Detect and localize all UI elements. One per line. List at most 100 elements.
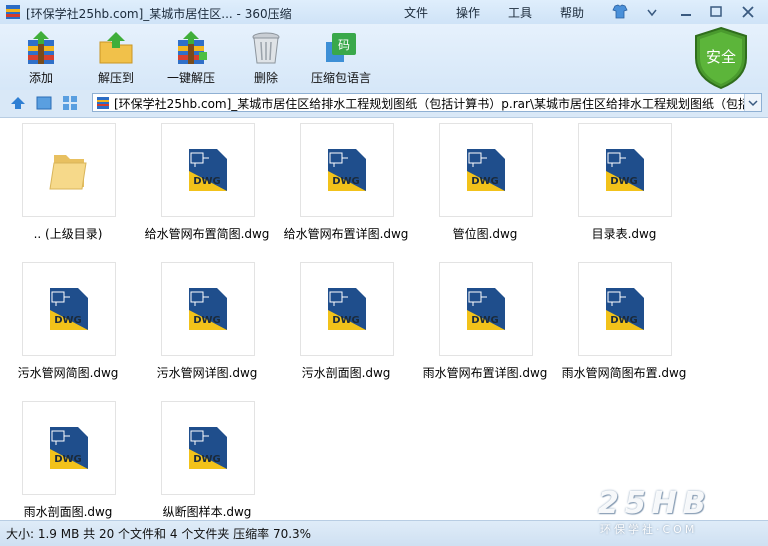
dwg-badge: DWG — [471, 315, 499, 326]
menu-tools[interactable]: 工具 — [508, 4, 532, 21]
file-name: 污水剖面图.dwg — [301, 366, 391, 380]
list-item[interactable]: DWG 管位图.dwg — [417, 123, 553, 247]
list-item[interactable]: DWG 给水管网布置简图.dwg — [139, 123, 275, 247]
security-shield-icon[interactable]: 安全 — [692, 26, 750, 90]
dwg-badge: DWG — [193, 315, 221, 326]
dwg-file-icon: DWG — [50, 427, 88, 469]
file-name: 污水管网详图.dwg — [156, 366, 258, 380]
address-path: [环保学社25hb.com]_某城市居住区给排水工程规划图纸（包括计算书）p.r… — [114, 97, 750, 111]
toolbar: 添加 解压到 一键解压 删除 码 压缩包语言 安全 — [0, 24, 768, 90]
maximize-icon[interactable] — [706, 3, 726, 21]
svg-text:码: 码 — [338, 38, 350, 52]
dwg-badge: DWG — [610, 176, 638, 187]
menu-dropdown-icon[interactable] — [642, 3, 662, 21]
grid-view-icon[interactable] — [62, 95, 78, 111]
skin-shirt-icon[interactable] — [610, 3, 630, 21]
address-dropdown-icon[interactable] — [744, 94, 761, 111]
trash-icon — [252, 32, 280, 64]
dwg-file-icon: DWG — [606, 288, 644, 330]
minimize-icon[interactable] — [676, 3, 696, 21]
file-name: 雨水管网布置详图.dwg — [422, 366, 548, 380]
archive-language-button[interactable]: 码 压缩包语言 — [306, 30, 376, 88]
list-item[interactable]: DWG 污水剖面图.dwg — [278, 262, 414, 386]
thumbnail: DWG — [439, 262, 533, 356]
dwg-file-icon: DWG — [467, 288, 505, 330]
dwg-badge: DWG — [610, 315, 638, 326]
menu-operation[interactable]: 操作 — [456, 4, 480, 21]
thumbnail: DWG — [161, 401, 255, 495]
menu-help[interactable]: 帮助 — [560, 4, 584, 21]
list-item[interactable]: DWG 雨水管网简图布置.dwg — [556, 262, 692, 386]
archive-language-label: 压缩包语言 — [310, 71, 371, 85]
up-arrow-icon[interactable] — [10, 95, 26, 111]
thumbnail: DWG — [578, 123, 672, 217]
list-item[interactable]: DWG 给水管网布置详图.dwg — [278, 123, 414, 247]
dwg-file-icon: DWG — [606, 149, 644, 191]
thumbnail: DWG — [439, 123, 533, 217]
extract-to-button[interactable]: 解压到 — [81, 30, 151, 88]
dwg-file-icon: DWG — [189, 149, 227, 191]
watermark-small-text: 环保学社·COM — [600, 523, 698, 536]
file-name: 污水管网简图.dwg — [17, 366, 119, 380]
file-name: 管位图.dwg — [452, 227, 518, 241]
dwg-badge: DWG — [332, 315, 360, 326]
dwg-file-icon: DWG — [467, 149, 505, 191]
extract-to-icon — [99, 32, 133, 64]
file-list: .. (上级目录) DWG 给水管网布置简图.dwg DWG 给水管网布置详图.… — [0, 118, 768, 520]
dwg-file-icon: DWG — [328, 149, 366, 191]
thumbnail: DWG — [161, 123, 255, 217]
file-name: 目录表.dwg — [591, 227, 657, 241]
one-click-extract-button[interactable]: 一键解压 — [156, 30, 226, 88]
list-item[interactable]: DWG 雨水剖面图.dwg — [0, 401, 136, 525]
dwg-badge: DWG — [332, 176, 360, 187]
thumbnail: DWG — [22, 262, 116, 356]
list-item[interactable]: DWG 雨水管网布置详图.dwg — [417, 262, 553, 386]
file-name: .. (上级目录) — [33, 227, 103, 241]
dwg-file-icon: DWG — [189, 288, 227, 330]
file-name: 纵断图样本.dwg — [162, 505, 252, 519]
window-title: [环保学社25hb.com]_某城市居住区... - 360压缩 — [26, 7, 292, 21]
list-item[interactable]: .. (上级目录) — [0, 123, 136, 247]
address-bar: [环保学社25hb.com]_某城市居住区给排水工程规划图纸（包括计算书）p.r… — [0, 90, 768, 118]
dwg-badge: DWG — [54, 454, 82, 465]
folder-icon — [49, 155, 87, 190]
thumbnail — [22, 123, 116, 217]
dwg-file-icon: DWG — [189, 427, 227, 469]
archive-language-icon: 码 — [326, 33, 356, 62]
thumbnail: DWG — [300, 123, 394, 217]
file-name: 雨水剖面图.dwg — [23, 505, 113, 519]
dwg-file-icon: DWG — [50, 288, 88, 330]
archive-icon — [97, 97, 109, 109]
dwg-badge: DWG — [54, 315, 82, 326]
list-item[interactable]: DWG 污水管网简图.dwg — [0, 262, 136, 386]
one-click-extract-label: 一键解压 — [166, 71, 215, 85]
close-icon[interactable] — [738, 3, 758, 21]
list-item[interactable]: DWG 目录表.dwg — [556, 123, 692, 247]
delete-button[interactable]: 删除 — [231, 30, 301, 88]
dwg-file-icon: DWG — [328, 288, 366, 330]
thumbnail: DWG — [578, 262, 672, 356]
list-item[interactable]: DWG 污水管网详图.dwg — [139, 262, 275, 386]
large-icon-view-icon[interactable] — [36, 95, 52, 111]
add-button[interactable]: 添加 — [6, 30, 76, 88]
app-logo-icon — [6, 5, 20, 19]
dwg-badge: DWG — [193, 176, 221, 187]
watermark-big-text: 25HB — [598, 486, 712, 521]
address-field[interactable]: [环保学社25hb.com]_某城市居住区给排水工程规划图纸（包括计算书）p.r… — [92, 93, 762, 112]
file-name: 给水管网布置详图.dwg — [283, 227, 409, 241]
file-name: 给水管网布置简图.dwg — [144, 227, 270, 241]
dwg-badge: DWG — [471, 176, 499, 187]
thumbnail: DWG — [300, 262, 394, 356]
watermark-logo: 25HB 环保学社·COM — [598, 486, 768, 542]
thumbnail: DWG — [161, 262, 255, 356]
extract-to-label: 解压到 — [97, 71, 134, 85]
title-bar: [环保学社25hb.com]_某城市居住区... - 360压缩 文件 操作 工… — [0, 0, 768, 24]
list-item[interactable]: DWG 纵断图样本.dwg — [139, 401, 275, 525]
file-name: 雨水管网简图布置.dwg — [561, 366, 687, 380]
security-badge-text: 安全 — [706, 48, 736, 66]
status-text: 大小: 1.9 MB 共 20 个文件和 4 个文件夹 压缩率 70.3% — [6, 527, 312, 541]
add-label: 添加 — [28, 71, 53, 85]
delete-label: 删除 — [253, 71, 278, 85]
menu-file[interactable]: 文件 — [404, 4, 428, 21]
one-click-extract-icon — [178, 31, 207, 64]
